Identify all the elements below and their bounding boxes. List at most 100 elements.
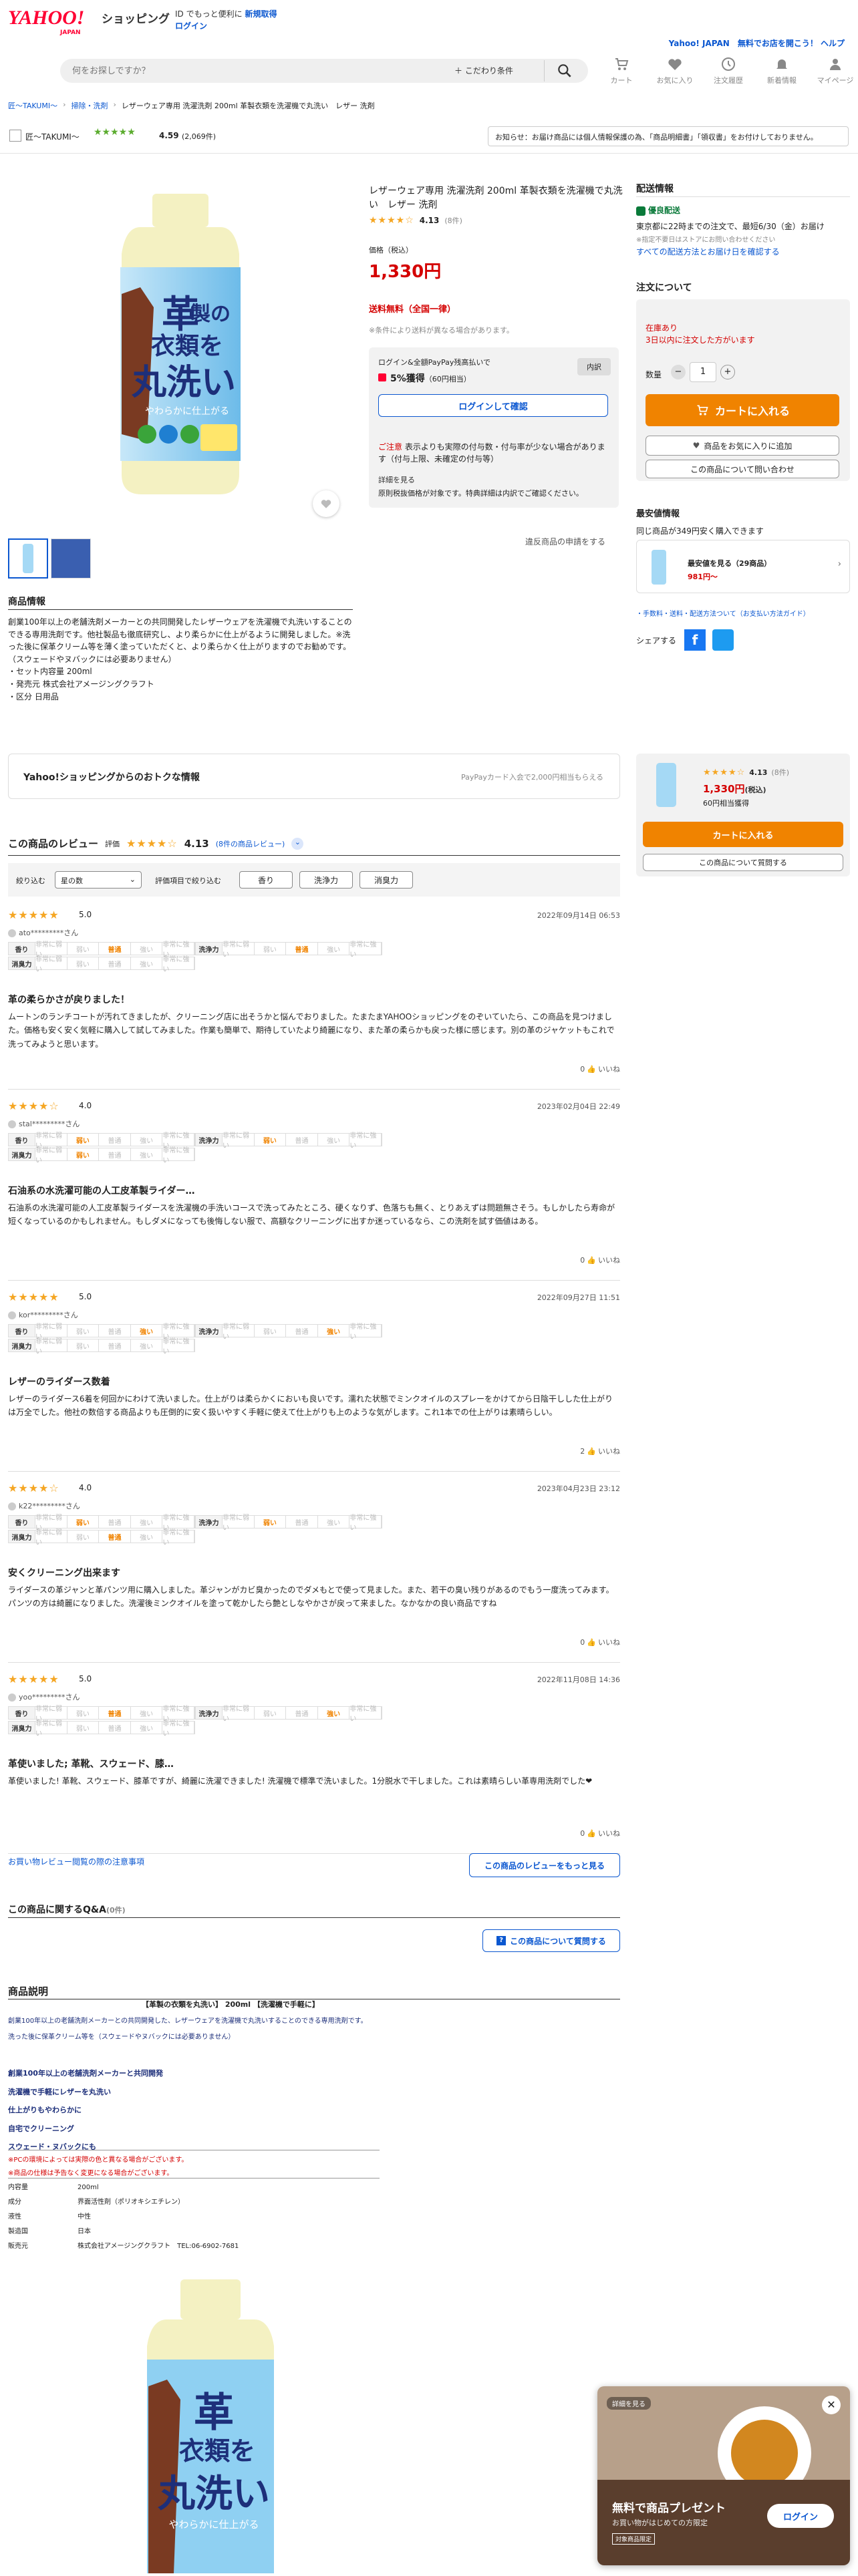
qa-ask-button[interactable]: ? この商品について質問する <box>482 1929 620 1952</box>
scale-cell: 弱い <box>67 1339 100 1351</box>
product-image[interactable]: 革 製の 衣類を 丸洗い やわらかに仕上がる <box>94 194 267 501</box>
scale-cell: 弱い <box>255 1325 287 1337</box>
scale-label: 消臭力 <box>9 957 35 969</box>
sticky-ask-button[interactable]: この商品について質問する <box>643 854 843 871</box>
thumbnail-1[interactable] <box>8 538 48 579</box>
scale-cell: 普通 <box>99 1516 131 1528</box>
inquiry-button[interactable]: この商品について問い合わせ <box>646 460 839 478</box>
search-button[interactable] <box>556 62 583 79</box>
chip-power[interactable]: 洗浄力 <box>299 871 353 889</box>
more-reviews-button[interactable]: この商品のレビューをもっと見る <box>469 1853 620 1877</box>
facebook-icon[interactable]: f <box>684 629 706 651</box>
register-link[interactable]: 新規取得 <box>245 9 277 19</box>
user-icon <box>8 1502 16 1510</box>
guide-link[interactable]: ・手数料・送料・配送方法ついて（お支払い方法ガイド） <box>636 608 810 618</box>
popup-login-button[interactable]: ログイン <box>767 2504 834 2528</box>
reviews-count-link[interactable]: (8件の商品レビュー) <box>216 838 285 849</box>
popup-body: 無料で商品プレゼント お買い物がはじめての方限定 対象商品限定 ログイン <box>597 2480 850 2565</box>
thumbnail-2[interactable] <box>51 538 91 579</box>
review-user: yoo*********さん <box>19 1693 80 1702</box>
sticky-price-sub: (税込) <box>744 786 766 794</box>
chip-deodorant[interactable]: 消臭力 <box>360 871 413 889</box>
quantity-input[interactable]: 1 <box>690 362 716 382</box>
history-nav[interactable]: 注文履歴 <box>708 56 748 90</box>
heart-icon: ♥ <box>692 441 700 450</box>
rating-scale: 消臭力 非常に弱い 弱い 普通 強い 非常に強い <box>8 1338 195 1355</box>
divider <box>8 1471 620 1472</box>
login-link[interactable]: ログイン <box>175 20 207 31</box>
store-notice[interactable]: お知らせ：お届け商品には個人情報保護の為、「商品明細書」「領収書」をお付けしてお… <box>488 126 849 146</box>
caution-more-link[interactable]: 詳細を見る <box>378 474 415 485</box>
spec-key: 成分 <box>8 2199 21 2206</box>
review-notes-link[interactable]: お買い物レビュー閲覧の際の注意事項 <box>8 1856 144 1867</box>
breadcrumb-store[interactable]: 匠〜TAKUMI〜 <box>8 100 57 111</box>
report-link[interactable]: 違反商品の申請をする <box>525 536 605 547</box>
spec-key: 製造国 <box>8 2228 28 2235</box>
filter-button[interactable]: ＋ こだわり条件 <box>454 65 513 76</box>
favorites-nav[interactable]: お気に入り <box>655 56 695 90</box>
scale-cell: 強い <box>318 1516 350 1528</box>
promo-link[interactable]: Yahoo! JAPAN 無料でお店を開こう！ ヘルプ <box>669 37 845 49</box>
breadcrumb-category[interactable]: 掃除・洗剤 <box>72 100 108 111</box>
sticky-cart-button[interactable]: カートに入れる <box>643 822 843 847</box>
helpful-button[interactable]: 0 👍 いいね <box>580 1828 620 1838</box>
product-rating[interactable]: ★★★★☆ 4.13 (8件) <box>369 215 462 226</box>
promo-popup[interactable]: 詳細を見る ✕ 無料で商品プレゼント お買い物がはじめての方限定 対象商品限定 … <box>597 2386 850 2565</box>
quantity-minus[interactable]: − <box>671 365 686 379</box>
delivery-link[interactable]: すべての配送方法とお届け日を確認する <box>636 246 780 257</box>
favorite-button[interactable]: ♥ 商品をお気に入りに追加 <box>646 436 839 456</box>
scale-cell: 普通 <box>99 1325 131 1337</box>
points-yen: （60円相当） <box>424 375 471 383</box>
service-name[interactable]: ショッピング <box>102 9 170 26</box>
chevron-down-icon: ⌄ <box>129 875 136 884</box>
scale-cell: 強い <box>131 943 163 955</box>
review-title: 革使いました; 革靴、スウェード、膝… <box>8 1759 174 1770</box>
store-name[interactable]: 匠〜TAKUMI〜 <box>25 131 80 142</box>
helpful-button[interactable]: 2 👍 いいね <box>580 1446 620 1456</box>
helpful-label: いいね <box>598 1447 620 1456</box>
cheapest-card[interactable]: 最安値を見る（29商品） 981円〜 › <box>636 540 850 593</box>
qa-ask-label: この商品について質問する <box>510 1936 606 1946</box>
helpful-button[interactable]: 0 👍 いいね <box>580 1064 620 1074</box>
store-review-count[interactable]: (2,069件) <box>182 131 216 142</box>
helpful-button[interactable]: 0 👍 いいね <box>580 1637 620 1647</box>
chevron-down-icon[interactable]: ⌄ <box>291 837 304 850</box>
desc-warning-1: ※PCの環境によっては実際の色と異なる場合がございます。 <box>8 2156 188 2164</box>
search-input[interactable] <box>72 63 446 79</box>
scale-cell: 非常に強い <box>349 1132 382 1150</box>
user-icon <box>8 1120 16 1128</box>
favorites-label: お気に入り <box>656 76 694 85</box>
cheapest-title: 最安値情報 <box>636 509 680 519</box>
chip-aroma[interactable]: 香り <box>239 871 293 889</box>
logo-text[interactable]: YAHOO! <box>8 7 84 29</box>
twitter-icon[interactable] <box>712 629 734 651</box>
caution-text: 表示よりも実際の付与数・付与率が少ない場合があります（付与上限、未確定の付与等） <box>378 442 605 464</box>
points-breakdown-button[interactable]: 内訳 <box>577 358 611 375</box>
favorite-image-button[interactable] <box>313 490 339 517</box>
cart-label: カート <box>610 76 633 85</box>
cart-nav[interactable]: カート <box>601 56 641 90</box>
mypage-nav[interactable]: マイページ <box>815 56 855 90</box>
thumbs-up-icon: 👍 <box>587 1447 596 1456</box>
quantity-plus[interactable]: + <box>720 365 735 379</box>
spec-key: 販売元 <box>8 2243 28 2250</box>
login-confirm-button[interactable]: ログインして確認 <box>378 394 608 417</box>
news-nav[interactable]: 新着情報 <box>762 56 802 90</box>
yahoo-logo[interactable]: YAHOO! <box>8 7 84 29</box>
thumbs-up-icon: 👍 <box>587 1829 596 1838</box>
rating-scale: 消臭力 非常に弱い 弱い 普通 強い 非常に強い <box>8 1147 195 1164</box>
sort-select[interactable]: 星の数 ⌄ <box>55 871 142 889</box>
scale-cell: 普通 <box>286 1516 318 1528</box>
close-icon[interactable]: ✕ <box>822 2396 841 2414</box>
add-to-cart-button[interactable]: カートに入れる <box>646 394 839 426</box>
helpful-button[interactable]: 0 👍 いいね <box>580 1255 620 1265</box>
bell-icon <box>776 59 787 69</box>
scale-cell: 強い <box>131 1722 163 1734</box>
popup-tag[interactable]: 詳細を見る <box>607 2397 651 2410</box>
delivery-badge: 優良配送 <box>648 206 681 215</box>
review-title: 安くクリーニング出来ます <box>8 1568 120 1579</box>
review-user: k22*********さん <box>19 1502 80 1510</box>
deal-banner[interactable]: Yahoo!ショッピングからのおトクな情報 PayPayカード入会で2,000円… <box>8 754 620 799</box>
cheapest-item-price: 981円〜 <box>688 573 718 581</box>
info-line: ・セット内容量 200ml <box>8 667 92 677</box>
